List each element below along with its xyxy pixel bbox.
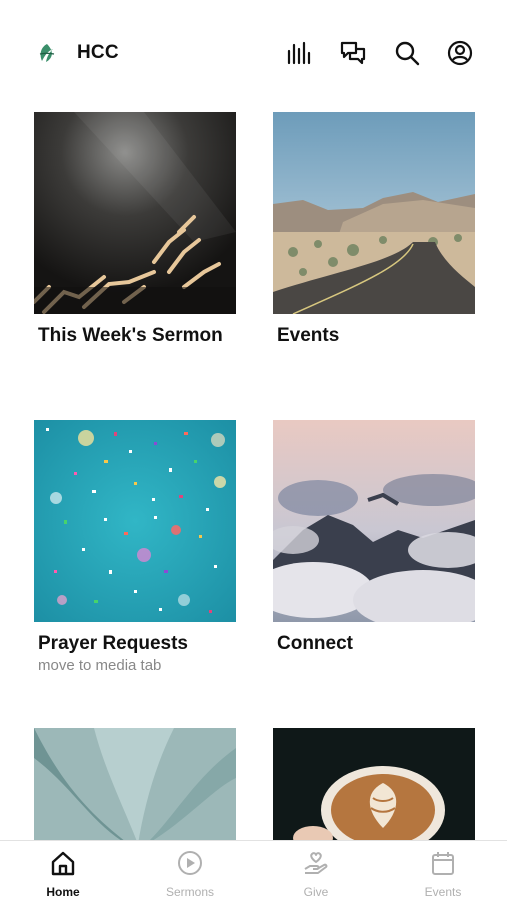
hcc-logo-icon: [36, 42, 58, 64]
tab-home[interactable]: Home: [0, 841, 126, 900]
card-title: This Week's Sermon: [38, 325, 223, 346]
play-circle-icon: [176, 849, 204, 877]
card-connect[interactable]: Connect: [273, 420, 475, 654]
raised-hands-image: [34, 112, 236, 314]
app-title: HCC: [77, 42, 119, 63]
app-header: HCC: [0, 0, 507, 100]
card-sermon[interactable]: This Week's Sermon: [34, 112, 236, 346]
desert-road-image: [273, 112, 475, 314]
bottom-tab-bar: Home Sermons Give Events: [0, 840, 507, 900]
tab-label: Sermons: [165, 885, 215, 899]
calendar-icon: [429, 849, 457, 877]
tab-give[interactable]: Give: [253, 841, 379, 900]
audio-bars-icon[interactable]: [284, 38, 314, 68]
tab-label: Home: [46, 885, 80, 899]
card-prayer-requests[interactable]: Prayer Requests move to media tab: [34, 420, 236, 674]
mountains-clouds-image: [273, 420, 475, 622]
card-events[interactable]: Events: [273, 112, 475, 346]
card-title: Prayer Requests: [38, 633, 188, 654]
user-icon[interactable]: [445, 38, 475, 68]
hand-heart-icon: [302, 849, 330, 877]
confetti-image: [34, 420, 236, 622]
card-subtitle: move to media tab: [38, 657, 162, 674]
search-icon[interactable]: [392, 38, 422, 68]
home-icon: [49, 849, 77, 877]
tab-events[interactable]: Events: [380, 841, 506, 900]
tab-sermons[interactable]: Sermons: [127, 841, 253, 900]
card-title: Events: [277, 325, 340, 346]
tab-label: Events: [424, 885, 462, 899]
tab-label: Give: [303, 885, 329, 899]
chat-bubbles-icon[interactable]: [338, 38, 368, 68]
card-title: Connect: [277, 633, 353, 654]
